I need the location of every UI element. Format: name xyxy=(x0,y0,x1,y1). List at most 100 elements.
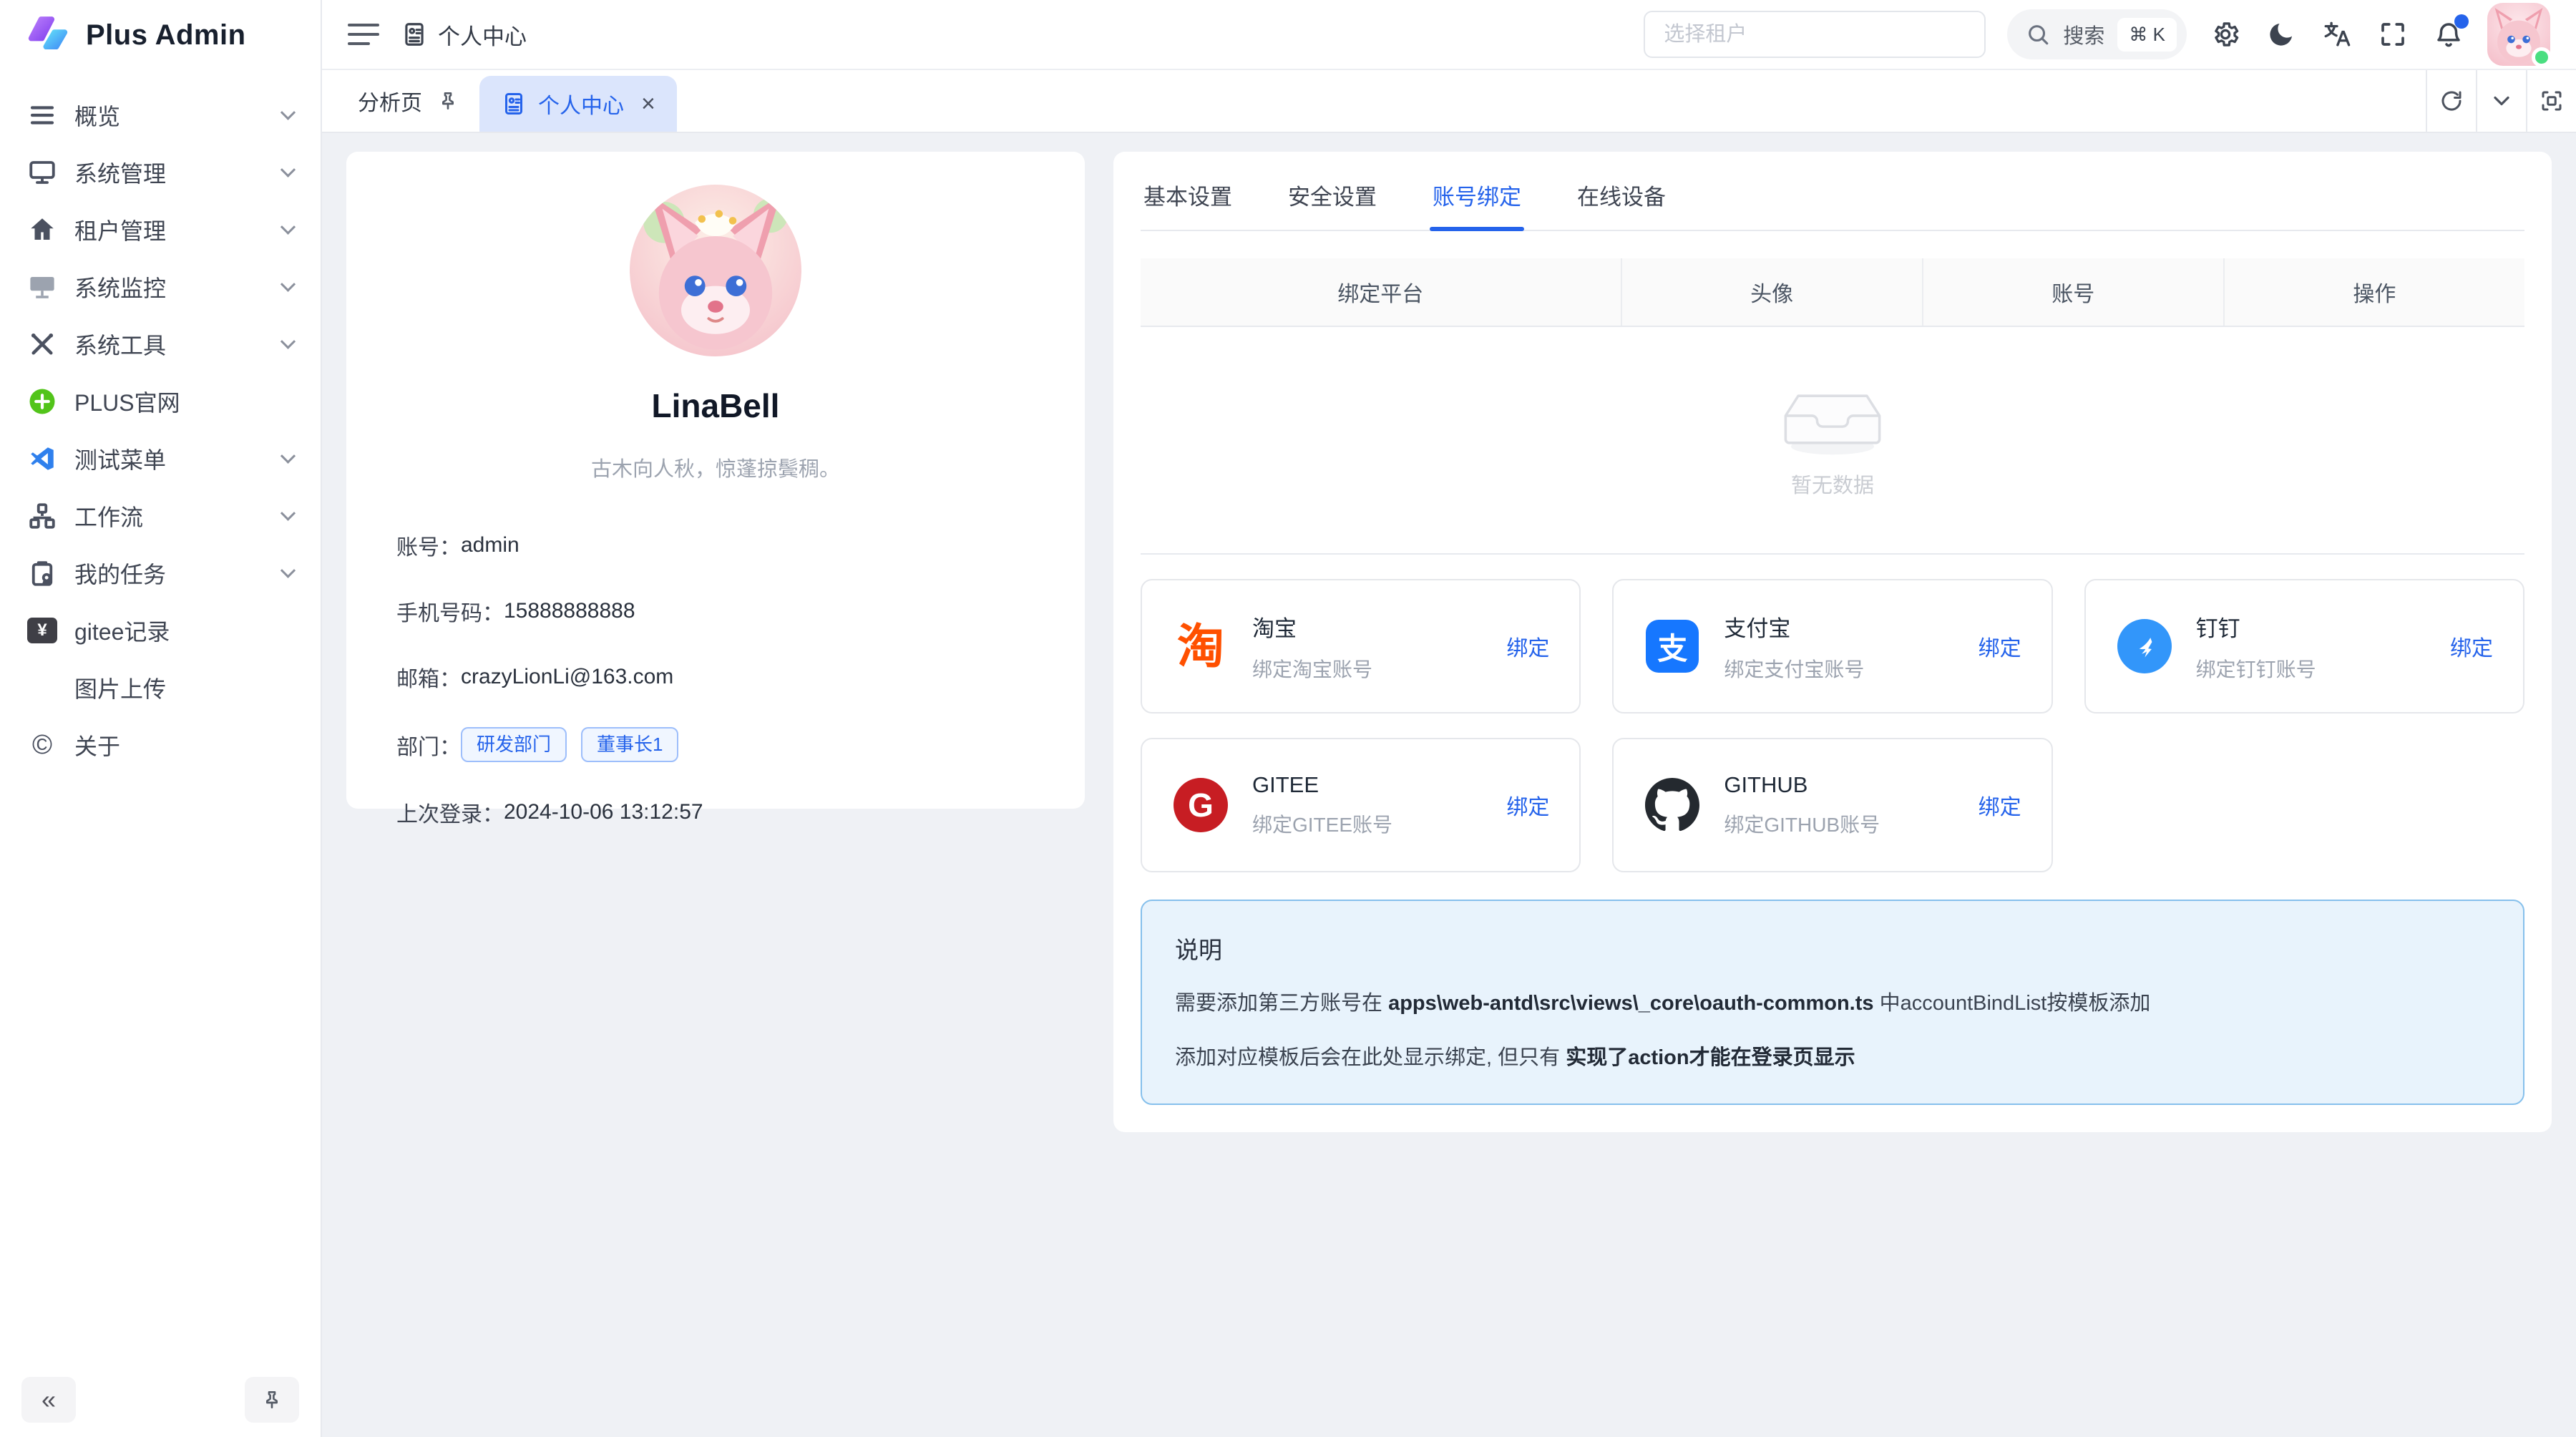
sidebar-toggle-button[interactable] xyxy=(348,19,379,50)
refresh-button[interactable] xyxy=(2426,70,2476,132)
breadcrumb[interactable]: 个人中心 xyxy=(401,19,527,51)
column-actions: 操作 xyxy=(2225,258,2524,326)
sidebar-menu: 概览 系统管理 租户管理 系统监控 xyxy=(0,70,321,1363)
tab-analytics[interactable]: 分析页 xyxy=(322,70,479,132)
binding-name: 钉钉 xyxy=(2196,610,2316,643)
language-button[interactable] xyxy=(2320,17,2354,52)
online-status-dot xyxy=(2532,47,2552,67)
sidebar-pin-button[interactable] xyxy=(245,1377,299,1423)
binding-name: 淘宝 xyxy=(1252,610,1372,643)
bind-dingtalk-link[interactable]: 绑定 xyxy=(2450,630,2493,662)
avatar-image xyxy=(630,185,801,356)
sidebar-item-workflow[interactable]: 工作流 xyxy=(14,489,306,542)
dingtalk-icon xyxy=(2116,618,2173,675)
sidebar-item-image-upload[interactable]: 图片上传 xyxy=(14,661,306,714)
pin-icon[interactable] xyxy=(436,89,459,112)
gear-icon xyxy=(2210,19,2240,49)
sidebar-item-label: 系统监控 xyxy=(74,271,166,303)
yuan-glyph: ¥ xyxy=(27,618,57,643)
empty-icon-spacer xyxy=(27,673,57,703)
profile-field-phone: 手机号码： 15888888888 xyxy=(396,595,1035,627)
sidebar-item-tenant-management[interactable]: 租户管理 xyxy=(14,203,306,256)
sidebar-item-my-tasks[interactable]: 我的任务 xyxy=(14,547,306,600)
main-area: 个人中心 搜索 ⌘ K xyxy=(322,0,2576,1437)
bind-alipay-link[interactable]: 绑定 xyxy=(1979,630,2021,662)
binding-desc: 绑定支付宝账号 xyxy=(1724,654,1864,683)
workflow-icon xyxy=(27,501,57,531)
binding-table-header: 绑定平台 头像 账号 操作 xyxy=(1141,258,2524,327)
chevron-down-icon xyxy=(280,448,296,463)
home-icon xyxy=(27,215,57,245)
sidebar-item-label: 租户管理 xyxy=(74,213,166,246)
department-tag: 研发部门 xyxy=(461,727,567,762)
tab-menu-button[interactable] xyxy=(2476,70,2526,132)
profile-field-account: 账号： admin xyxy=(396,530,1035,561)
header-actions: 搜索 ⌘ K xyxy=(1644,3,2550,66)
note-box: 说明 需要添加第三方账号在 apps\web-antd\src\views\_c… xyxy=(1141,900,2524,1105)
sidebar-item-test-menu[interactable]: 测试菜单 xyxy=(14,432,306,485)
chevron-down-icon xyxy=(280,104,296,120)
notifications-button[interactable] xyxy=(2431,17,2466,52)
sidebar-item-plus-website[interactable]: PLUS官网 xyxy=(14,375,306,428)
binding-card-taobao: 淘 淘宝 绑定淘宝账号 绑定 xyxy=(1141,579,1581,713)
breadcrumb-label: 个人中心 xyxy=(438,19,527,51)
search-shortcut-badge: ⌘ K xyxy=(2117,18,2177,52)
sidebar-collapse-button[interactable]: « xyxy=(21,1377,76,1423)
menu-list-icon xyxy=(27,100,57,130)
sidebar-item-gitee-record[interactable]: ¥ gitee记录 xyxy=(14,604,306,657)
global-search-button[interactable]: 搜索 ⌘ K xyxy=(2007,9,2187,59)
binding-cards: 淘 淘宝 绑定淘宝账号 绑定 支 支付宝 绑定支付宝账号 绑定 xyxy=(1141,579,2524,872)
note-line-2: 添加对应模板后会在此处显示绑定, 但只有 实现了action才能在登录页显示 xyxy=(1175,1043,2490,1074)
sidebar-item-system-management[interactable]: 系统管理 xyxy=(14,146,306,199)
binding-card-alipay: 支 支付宝 绑定支付宝账号 绑定 xyxy=(1612,579,2052,713)
tab-profile-center[interactable]: 个人中心 × xyxy=(479,76,677,132)
tab-basic-settings[interactable]: 基本设置 xyxy=(1141,159,1235,230)
empty-state: 暂无数据 xyxy=(1141,327,2524,555)
bind-github-link[interactable]: 绑定 xyxy=(1979,789,2021,821)
search-icon xyxy=(2026,22,2050,47)
tools-icon xyxy=(27,329,57,359)
chevron-down-icon xyxy=(2489,88,2514,114)
tenant-select-input[interactable] xyxy=(1644,11,1986,58)
app-logo[interactable]: Plus Admin xyxy=(0,0,321,70)
sidebar-item-system-tools[interactable]: 系统工具 xyxy=(14,318,306,371)
fullscreen-button[interactable] xyxy=(2376,17,2410,52)
sidebar-item-label: 概览 xyxy=(74,99,120,132)
id-card-icon xyxy=(501,91,527,117)
bind-taobao-link[interactable]: 绑定 xyxy=(1506,630,1549,662)
profile-field-last-login: 上次登录： 2024-10-06 13:12:57 xyxy=(396,797,1035,828)
plus-circle-icon xyxy=(27,386,57,417)
binding-desc: 绑定钉钉账号 xyxy=(2196,654,2316,683)
settings-tabs: 基本设置 安全设置 账号绑定 在线设备 xyxy=(1141,152,2524,231)
tab-account-binding[interactable]: 账号绑定 xyxy=(1430,159,1524,230)
alipay-icon: 支 xyxy=(1644,618,1701,675)
user-avatar[interactable] xyxy=(2487,3,2550,66)
binding-card-github: GITHUB 绑定GITHUB账号 绑定 xyxy=(1612,738,2052,872)
binding-name: 支付宝 xyxy=(1724,610,1864,643)
bind-gitee-link[interactable]: 绑定 xyxy=(1506,789,1549,821)
settings-button[interactable] xyxy=(2208,17,2243,52)
profile-card: LinaBell 古木向人秋，惊蓬掠鬓稠。 账号： admin 手机号码： 15… xyxy=(346,152,1085,809)
search-label: 搜索 xyxy=(2063,19,2104,49)
close-icon[interactable]: × xyxy=(641,92,655,116)
sidebar-item-label: 我的任务 xyxy=(74,557,166,590)
notification-badge xyxy=(2454,14,2469,29)
sidebar-item-about[interactable]: © 关于 xyxy=(14,718,306,771)
theme-toggle-button[interactable] xyxy=(2264,17,2298,52)
maximize-content-button[interactable] xyxy=(2526,70,2576,132)
tab-security-settings[interactable]: 安全设置 xyxy=(1285,159,1380,230)
department-tags: 研发部门 董事长1 xyxy=(461,727,678,762)
sidebar-item-system-monitor[interactable]: 系统监控 xyxy=(14,260,306,313)
tab-online-devices[interactable]: 在线设备 xyxy=(1574,159,1669,230)
chevron-down-icon xyxy=(280,333,296,349)
taobao-icon: 淘 xyxy=(1172,618,1229,675)
sidebar-item-overview[interactable]: 概览 xyxy=(14,89,306,142)
column-avatar: 头像 xyxy=(1622,258,1923,326)
profile-avatar xyxy=(630,185,801,356)
empty-state-label: 暂无数据 xyxy=(1791,469,1874,499)
tab-label: 个人中心 xyxy=(538,88,624,120)
profile-fields: 账号： admin 手机号码： 15888888888 邮箱： crazyLio… xyxy=(396,530,1035,828)
vscode-icon xyxy=(27,444,57,474)
tab-label: 分析页 xyxy=(358,85,422,117)
profile-name: LinaBell xyxy=(396,386,1035,425)
